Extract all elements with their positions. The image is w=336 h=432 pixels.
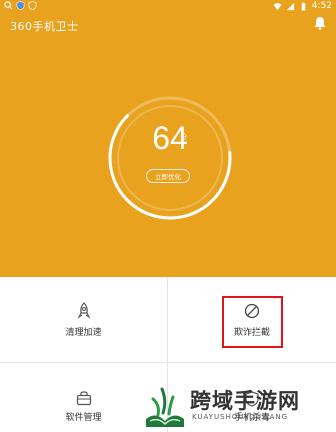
feature-cleanup-label: 清理加速 (65, 328, 102, 338)
score-ring[interactable]: 64 (104, 92, 236, 224)
bag-icon (76, 391, 91, 406)
score-value: 64 (152, 120, 188, 156)
grid-divider-horizontal (0, 362, 336, 363)
watermark-title: 跨域手游网 (190, 388, 300, 413)
signal-icon (286, 2, 294, 10)
score-ring-graphic (108, 96, 232, 220)
status-bar: 4:52 (0, 0, 336, 14)
status-time: 4:52 (311, 1, 332, 11)
watermark-subtitle: KUAYUSHOUYOUWANG (192, 413, 289, 421)
app-title: 360手机卫士 (10, 20, 79, 33)
battery-icon (301, 1, 306, 11)
handshake-logo-icon (146, 387, 184, 427)
rocket-icon (77, 302, 90, 319)
score-unit: 分 (180, 133, 187, 141)
shield-check-icon (28, 1, 37, 10)
watermark: 跨域手游网 KUAYUSHOUYOUWANG (140, 383, 336, 432)
highlight-box (222, 296, 283, 348)
wifi-icon (273, 2, 282, 10)
search-icon (4, 1, 13, 10)
optimize-button[interactable]: 立即优化 (146, 169, 190, 183)
feature-cleanup[interactable]: 清理加速 (0, 277, 167, 362)
shield-icon (16, 1, 25, 10)
bell-icon[interactable] (314, 16, 326, 30)
